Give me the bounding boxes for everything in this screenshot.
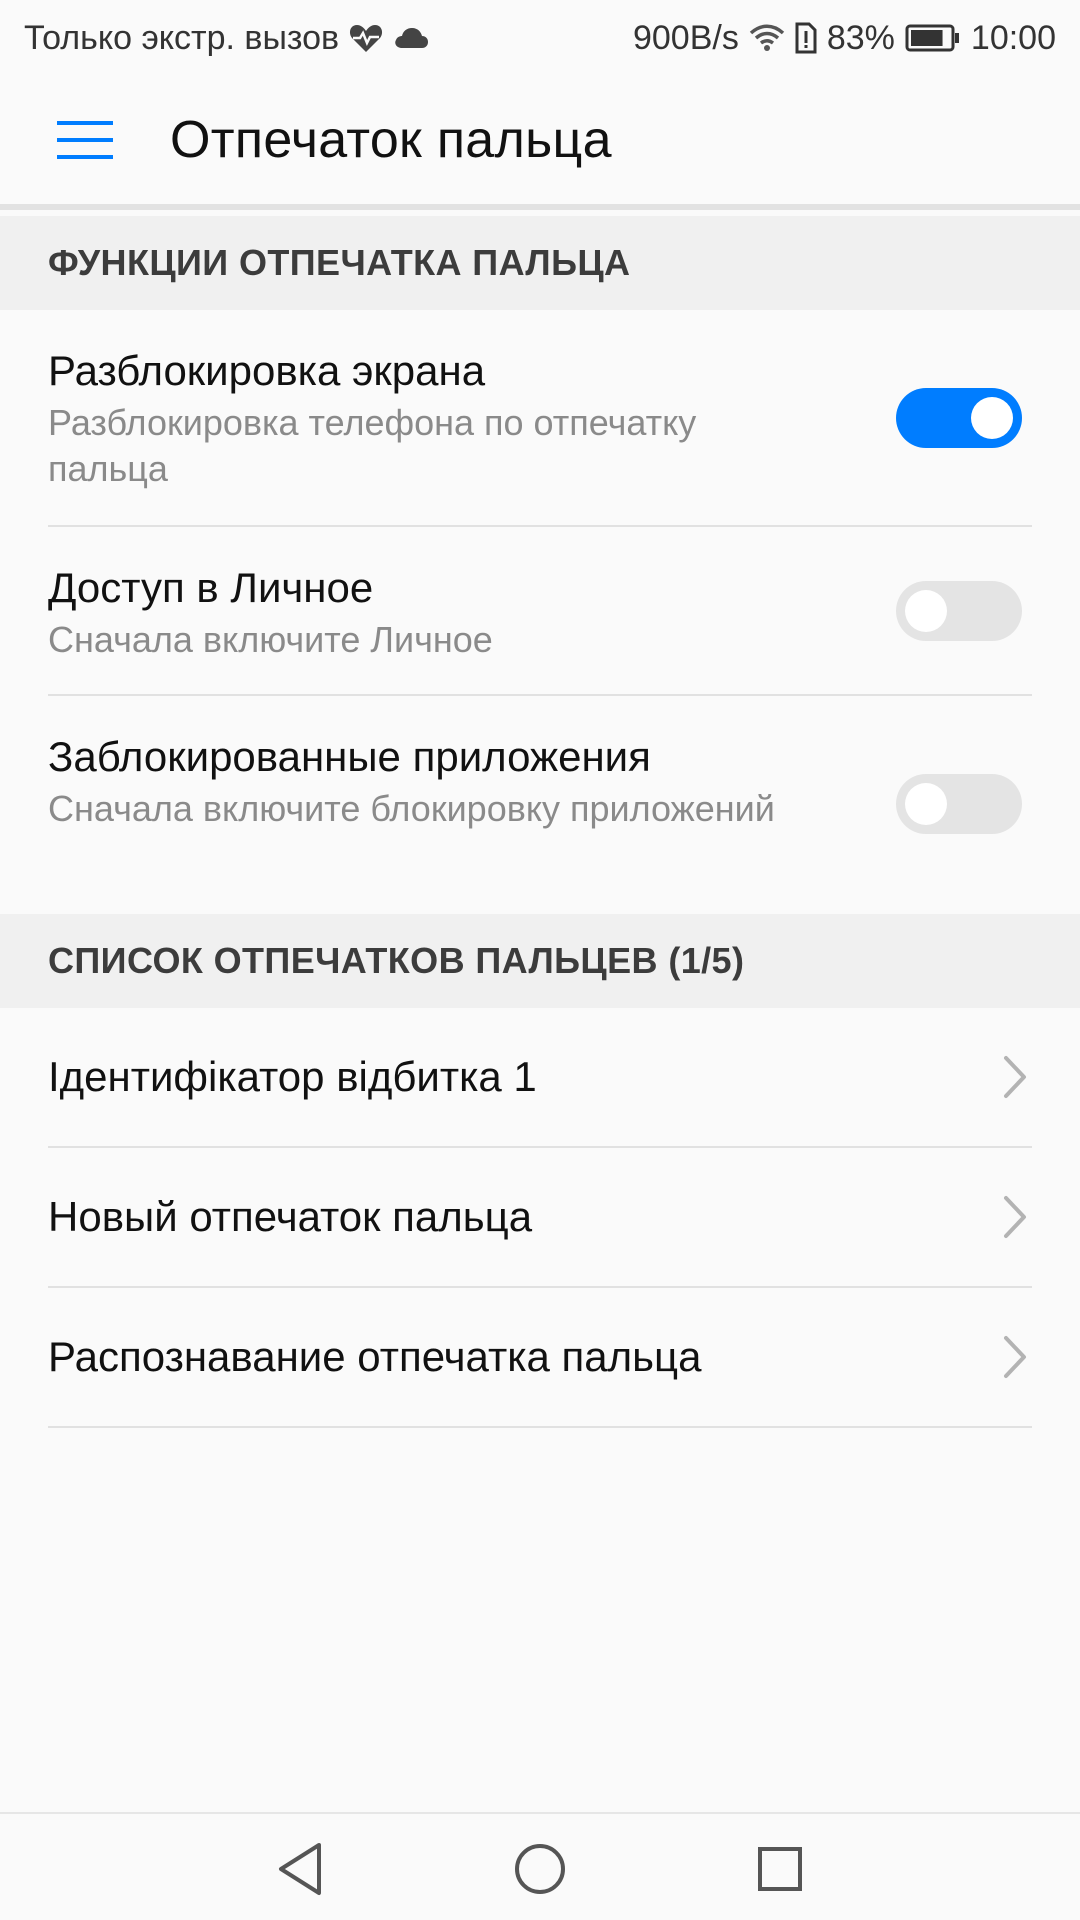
- clock: 10:00: [970, 18, 1056, 57]
- navigation-bar: [0, 1812, 1080, 1920]
- toggle-knob: [905, 783, 947, 825]
- setting-subtitle: Сначала включите Личное: [48, 619, 493, 660]
- recents-icon[interactable]: [740, 1834, 820, 1904]
- section-header-fingerprint-list: СПИСОК ОТПЕЧАТКОВ ПАЛЬЦЕВ (1/5): [0, 914, 1080, 1008]
- chevron-right-icon: [1004, 1056, 1026, 1098]
- cloud-icon: [393, 26, 429, 50]
- fingerprint-recognition-item[interactable]: Распознавание отпечатка пальца: [0, 1288, 1080, 1426]
- setting-row-locked-apps[interactable]: Заблокированные приложения Сначала включ…: [0, 696, 1080, 914]
- back-icon[interactable]: [260, 1834, 340, 1904]
- wifi-icon: [749, 23, 785, 53]
- section-header-functions: ФУНКЦИИ ОТПЕЧАТКА ПАЛЬЦА: [0, 216, 1080, 310]
- setting-subtitle: Разблокировка телефона по отпечатку паль…: [48, 402, 697, 489]
- sim-alert-icon: [795, 22, 817, 54]
- setting-subtitle: Сначала включите блокировку приложений: [48, 788, 775, 829]
- fingerprint-label: Ідентифікатор відбитка 1: [48, 1053, 537, 1100]
- new-fingerprint-item[interactable]: Новый отпечаток пальца: [0, 1148, 1080, 1286]
- carrier-text: Только экстр. вызов: [24, 18, 340, 57]
- heart-pulse-icon: [349, 23, 383, 53]
- app-bar: Отпечаток пальца: [0, 76, 1080, 210]
- page-title: Отпечаток пальца: [170, 111, 612, 169]
- status-left: Только экстр. вызов: [24, 19, 429, 58]
- home-icon[interactable]: [500, 1834, 580, 1904]
- status-bar: Только экстр. вызов 900B/s 83% 10:00: [0, 0, 1080, 76]
- setting-row-screen-unlock[interactable]: Разблокировка экрана Разблокировка телеф…: [0, 310, 1080, 526]
- chevron-right-icon: [1004, 1336, 1026, 1378]
- toggle-switch[interactable]: [896, 774, 1022, 834]
- toggle-switch[interactable]: [896, 581, 1022, 641]
- fingerprint-label: Новый отпечаток пальца: [48, 1193, 533, 1240]
- toggle-switch[interactable]: [896, 388, 1022, 448]
- setting-title: Разблокировка экрана: [48, 347, 486, 394]
- divider: [48, 1426, 1032, 1428]
- status-right: 900B/s 83% 10:00: [633, 19, 1056, 58]
- chevron-right-icon: [1004, 1196, 1026, 1238]
- hamburger-menu-icon[interactable]: [0, 73, 170, 207]
- toggle-knob: [905, 590, 947, 632]
- battery-percent: 83%: [826, 18, 895, 57]
- network-speed: 900B/s: [632, 18, 739, 57]
- setting-row-private-access[interactable]: Доступ в Личное Сначала включите Личное: [0, 527, 1080, 695]
- fingerprint-label: Распознавание отпечатка пальца: [48, 1333, 702, 1380]
- toggle-knob: [971, 397, 1013, 439]
- battery-icon: [905, 24, 961, 52]
- setting-title: Доступ в Личное: [48, 564, 374, 611]
- setting-title: Заблокированные приложения: [48, 733, 651, 780]
- fingerprint-item[interactable]: Ідентифікатор відбитка 1: [0, 1008, 1080, 1146]
